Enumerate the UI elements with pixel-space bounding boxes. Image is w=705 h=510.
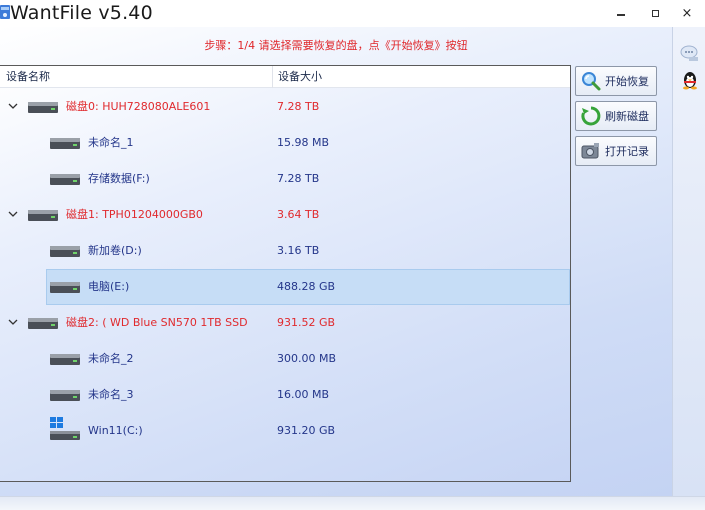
window-title: WantFile v5.40 — [10, 2, 153, 24]
disk-size: 3.64 TB — [277, 208, 320, 221]
partition-size: 300.00 MB — [277, 352, 337, 365]
hard-disk-icon — [28, 210, 58, 221]
disk-name: 磁盘2: ( WD Blue SN570 1TB SSD — [66, 316, 248, 329]
partition-size: 3.16 TB — [277, 244, 320, 257]
minimize-icon — [617, 14, 625, 16]
magnifier-recover-icon — [582, 72, 601, 91]
minimize-button[interactable] — [604, 0, 638, 26]
chevron-down-icon[interactable] — [8, 101, 18, 111]
column-divider[interactable] — [272, 66, 273, 88]
refresh-disk-button[interactable]: 刷新磁盘 — [575, 101, 657, 131]
partition-name: 电脑(E:) — [88, 280, 130, 293]
record-camera-icon — [581, 143, 599, 159]
disk-size: 7.28 TB — [277, 100, 320, 113]
start-recovery-label: 开始恢复 — [605, 75, 649, 88]
maximize-button[interactable] — [638, 0, 672, 26]
partition-row[interactable]: 新加卷(D:) 3.16 TB — [0, 233, 570, 269]
partition-name: 存储数据(F:) — [88, 172, 150, 185]
refresh-icon — [581, 106, 601, 126]
close-button[interactable]: × — [670, 0, 704, 26]
partition-icon — [50, 282, 80, 293]
open-record-label: 打开记录 — [605, 145, 649, 158]
device-list[interactable]: 设备名称 设备大小 磁盘0: HUH728080ALE601 7.28 TB 未命名… — [0, 65, 571, 482]
status-bar — [0, 496, 705, 510]
windows-partition-icon — [50, 417, 80, 440]
column-header-name[interactable]: 设备名称 — [6, 66, 50, 88]
disk-row[interactable]: 磁盘2: ( WD Blue SN570 1TB SSD 931.52 GB — [0, 305, 570, 341]
list-header: 设备名称 设备大小 — [0, 66, 570, 88]
partition-size: 7.28 TB — [277, 172, 320, 185]
partition-size: 931.20 GB — [277, 424, 336, 437]
start-recovery-button[interactable]: 开始恢复 — [575, 66, 657, 96]
main-panel: 步骤：1/4 请选择需要恢复的盘，点《开始恢复》按钮 设备名称 设备大小 磁盘0… — [0, 27, 672, 496]
partition-name: 新加卷(D:) — [88, 244, 142, 257]
qq-penguin-icon[interactable] — [680, 70, 700, 90]
hard-disk-icon — [28, 102, 58, 113]
title-bar: WantFile v5.40 × — [0, 0, 705, 27]
maximize-icon — [651, 9, 659, 17]
partition-row[interactable]: 未命名_2 300.00 MB — [0, 341, 570, 377]
partition-row[interactable]: 存储数据(F:) 7.28 TB — [0, 161, 570, 197]
partition-name: 未命名_3 — [88, 388, 134, 401]
partition-row[interactable]: 电脑(E:) 488.28 GB — [0, 269, 570, 305]
chevron-down-icon[interactable] — [8, 209, 18, 219]
step-instruction: 步骤：1/4 请选择需要恢复的盘，点《开始恢复》按钮 — [204, 39, 468, 52]
disk-row[interactable]: 磁盘1: TPH01204000GB0 3.64 TB — [0, 197, 570, 233]
column-header-size[interactable]: 设备大小 — [278, 66, 322, 88]
partition-icon — [50, 174, 80, 185]
partition-size: 16.00 MB — [277, 388, 330, 401]
disk-row[interactable]: 磁盘0: HUH728080ALE601 7.28 TB — [0, 89, 570, 125]
chevron-down-icon[interactable] — [8, 317, 18, 327]
partition-icon — [50, 138, 80, 149]
disk-size: 931.52 GB — [277, 316, 336, 329]
partition-name: 未命名_2 — [88, 352, 134, 365]
partition-name: 未命名_1 — [88, 136, 134, 149]
partition-size: 488.28 GB — [277, 280, 336, 293]
close-icon: × — [681, 5, 693, 21]
disk-name: 磁盘0: HUH728080ALE601 — [66, 100, 211, 113]
partition-size: 15.98 MB — [277, 136, 330, 149]
partition-name: Win11(C:) — [88, 424, 143, 437]
disk-name: 磁盘1: TPH01204000GB0 — [66, 208, 203, 221]
partition-row[interactable]: Win11(C:) 931.20 GB — [0, 413, 570, 449]
partition-icon — [50, 354, 80, 365]
partition-icon — [50, 246, 80, 257]
chat-bubble-icon[interactable] — [680, 43, 700, 63]
partition-row[interactable]: 未命名_1 15.98 MB — [0, 125, 570, 161]
right-strip — [672, 27, 705, 496]
partition-icon — [50, 390, 80, 401]
open-record-button[interactable]: 打开记录 — [575, 136, 657, 166]
partition-row[interactable]: 未命名_3 16.00 MB — [0, 377, 570, 413]
hard-disk-icon — [28, 318, 58, 329]
refresh-disk-label: 刷新磁盘 — [605, 110, 649, 123]
